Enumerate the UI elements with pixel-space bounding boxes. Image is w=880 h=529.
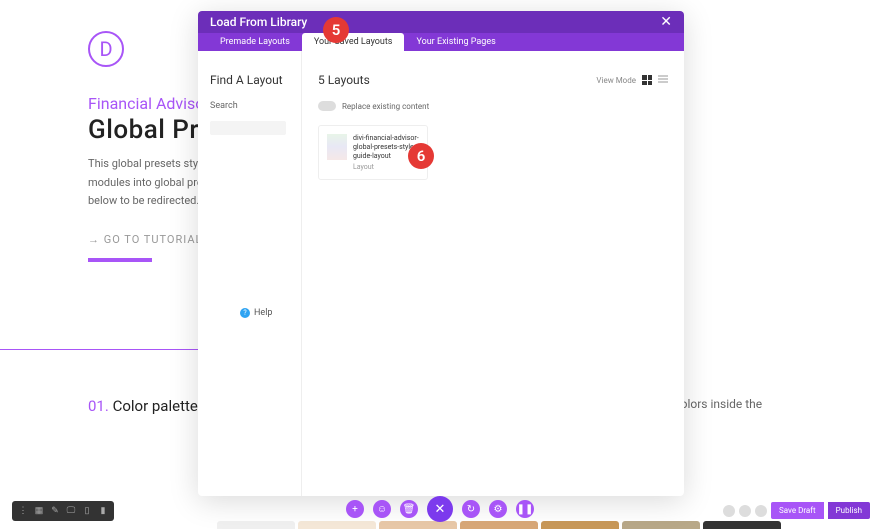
menu-icon[interactable]: ⋮ — [15, 504, 31, 518]
history-icon[interactable] — [723, 505, 735, 517]
swatch — [379, 521, 457, 529]
modal-titlebar: Load From Library ✕ — [198, 11, 684, 33]
add-button[interactable]: + — [346, 500, 364, 518]
annotation-six: 6 — [408, 143, 434, 169]
load-library-modal: Load From Library ✕ Premade Layouts Your… — [198, 11, 684, 496]
accent-underline — [88, 258, 152, 262]
help-icon: ? — [240, 308, 250, 318]
swatch — [703, 521, 781, 529]
portability-icon[interactable] — [739, 505, 751, 517]
trash-button[interactable]: 🗑 — [400, 500, 418, 518]
mobile-icon[interactable]: ▮ — [95, 504, 111, 518]
save-draft-button[interactable]: Save Draft — [771, 502, 824, 519]
view-mode-controls: View Mode — [596, 75, 668, 85]
tab-premade-layouts[interactable]: Premade Layouts — [208, 33, 302, 51]
close-toolbar-button[interactable]: ✕ — [427, 496, 453, 522]
help-label: Help — [254, 308, 272, 318]
swatch — [298, 521, 376, 529]
layout-type: Layout — [353, 163, 419, 171]
section-name: Color palette — [113, 397, 198, 415]
search-input[interactable] — [210, 121, 286, 135]
find-layout-title: Find A Layout — [210, 73, 289, 87]
layout-thumbnail — [327, 134, 347, 160]
go-to-tutorial-link[interactable]: → GO TO TUTORIAL — [88, 233, 202, 246]
tab-existing-pages[interactable]: Your Existing Pages — [404, 33, 507, 51]
search-label: Search — [210, 101, 289, 111]
grid-view-icon[interactable] — [642, 75, 652, 85]
desktop-icon[interactable]: 🖵 — [63, 504, 79, 518]
swatch — [460, 521, 538, 529]
swatch — [217, 521, 295, 529]
gear-button[interactable]: ⚙ — [489, 500, 507, 518]
modal-sidebar: Find A Layout Search ? Help — [198, 51, 302, 496]
section-number: 01. — [88, 397, 109, 415]
swatch — [541, 521, 619, 529]
question-icon[interactable] — [755, 505, 767, 517]
modal-header: Load From Library ✕ Premade Layouts Your… — [198, 11, 684, 51]
reload-button[interactable]: ↻ — [462, 500, 480, 518]
section-label: 01. Color palette — [88, 397, 198, 415]
modal-main: 5 Layouts View Mode Replace existing con… — [302, 51, 684, 496]
zoom-icon[interactable]: ✎ — [47, 504, 63, 518]
layouts-count: 5 Layouts — [318, 73, 370, 87]
view-mode-label: View Mode — [596, 76, 636, 85]
replace-label: Replace existing content — [342, 102, 429, 111]
responsive-toolbar: ⋮ ▦ ✎ 🖵 ▯ ▮ — [12, 501, 114, 521]
replace-option: Replace existing content — [318, 101, 668, 111]
help-link[interactable]: ? Help — [240, 308, 272, 318]
pause-button[interactable]: ❚❚ — [516, 500, 534, 518]
close-icon[interactable]: ✕ — [660, 14, 672, 30]
tab-saved-layouts[interactable]: Your Saved Layouts — [302, 33, 405, 51]
logo-letter: D — [99, 37, 112, 61]
modal-title: Load From Library — [210, 15, 307, 29]
swatch — [622, 521, 700, 529]
divi-toolbar: + ☺ 🗑 ✕ ↻ ⚙ ❚❚ — [346, 500, 534, 522]
annotation-five: 5 — [323, 17, 349, 43]
smiley-button[interactable]: ☺ — [373, 500, 391, 518]
replace-toggle[interactable] — [318, 101, 336, 111]
desc-line3: below to be redirected. — [88, 194, 199, 207]
right-actions: Save Draft Publish — [723, 502, 870, 519]
list-view-icon[interactable] — [658, 75, 668, 85]
divi-logo: D — [88, 31, 124, 67]
tablet-icon[interactable]: ▯ — [79, 504, 95, 518]
color-swatches — [217, 521, 781, 529]
publish-button[interactable]: Publish — [828, 502, 870, 519]
modal-tabs: Premade Layouts Your Saved Layouts Your … — [198, 33, 684, 51]
modal-body: Find A Layout Search ? Help 5 Layouts Vi… — [198, 51, 684, 496]
wireframe-icon[interactable]: ▦ — [31, 504, 47, 518]
main-header: 5 Layouts View Mode — [318, 73, 668, 87]
